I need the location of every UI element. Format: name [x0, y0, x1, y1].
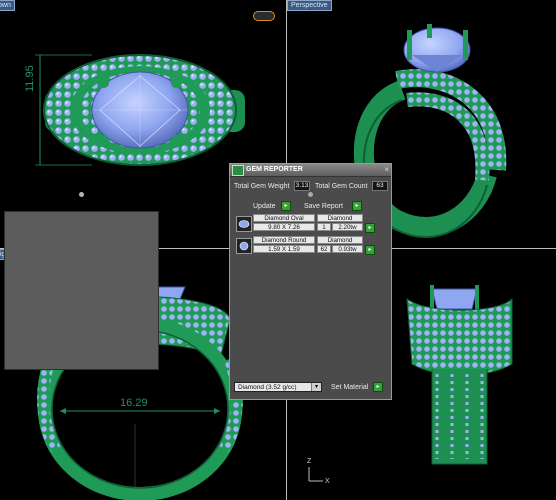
gem-count: 1: [317, 223, 331, 231]
axis-z-label: Z: [307, 458, 312, 465]
set-material-label: Set Material: [331, 384, 369, 391]
gem-size: 9.80 X 7.26: [253, 223, 315, 231]
save-report-label: Save Report: [304, 203, 343, 210]
gem-icon: [232, 165, 244, 176]
gem-shape: Diamond Round: [253, 236, 315, 244]
gem-row-select-button[interactable]: ▸: [365, 223, 375, 233]
gem-count: 62: [317, 245, 331, 253]
save-report-button[interactable]: ▸: [352, 201, 362, 211]
dimension-height: 11.95: [24, 65, 36, 92]
gem-size: 1.59 X 1.59: [253, 245, 315, 253]
total-gem-count-value: 63: [372, 181, 388, 191]
gem-weight: 2.20tw: [332, 223, 363, 231]
gem-row-select-button[interactable]: ▸: [365, 245, 375, 255]
close-icon[interactable]: ×: [384, 164, 389, 175]
material-dropdown[interactable]: Diamond (3.52 g/cc) ▾: [234, 382, 322, 392]
handle-dot: [308, 192, 313, 197]
total-gem-count-label: Total Gem Count: [315, 183, 368, 190]
gem-shape: Diamond Oval: [253, 214, 315, 222]
dimension-inner-diameter: 16.29: [120, 397, 148, 409]
gem-row[interactable]: Diamond Round Diamond 1.59 X 1.59 62 0.9…: [234, 236, 385, 256]
total-gem-weight-label: Total Gem Weight: [234, 183, 290, 190]
gem-thumbnail-round: [236, 238, 252, 254]
gem-list[interactable]: [4, 211, 159, 370]
gem-row[interactable]: Diamond Oval Diamond 9.80 X 7.26 1 2.20t…: [234, 214, 385, 234]
total-gem-weight-value: 3.13: [294, 181, 310, 191]
gem-reporter-title: GEM REPORTER: [246, 166, 303, 173]
axis-x-label: X: [325, 478, 330, 485]
material-dropdown-value: Diamond (3.52 g/cc): [238, 384, 297, 391]
update-button[interactable]: ▸: [281, 201, 291, 211]
gem-material: Diamond: [317, 236, 363, 244]
set-material-button[interactable]: ▸: [373, 382, 383, 392]
gem-thumbnail-oval: [236, 216, 252, 232]
gem-reporter-titlebar[interactable]: GEM REPORTER ×: [230, 164, 391, 177]
gem-material: Diamond: [317, 214, 363, 222]
update-label: Update: [253, 203, 276, 210]
chevron-down-icon[interactable]: ▾: [311, 383, 321, 391]
separator-dot: [79, 192, 84, 197]
gem-reporter-panel[interactable]: GEM REPORTER ×: [229, 163, 392, 400]
gem-weight: 0.93tw: [332, 245, 363, 253]
